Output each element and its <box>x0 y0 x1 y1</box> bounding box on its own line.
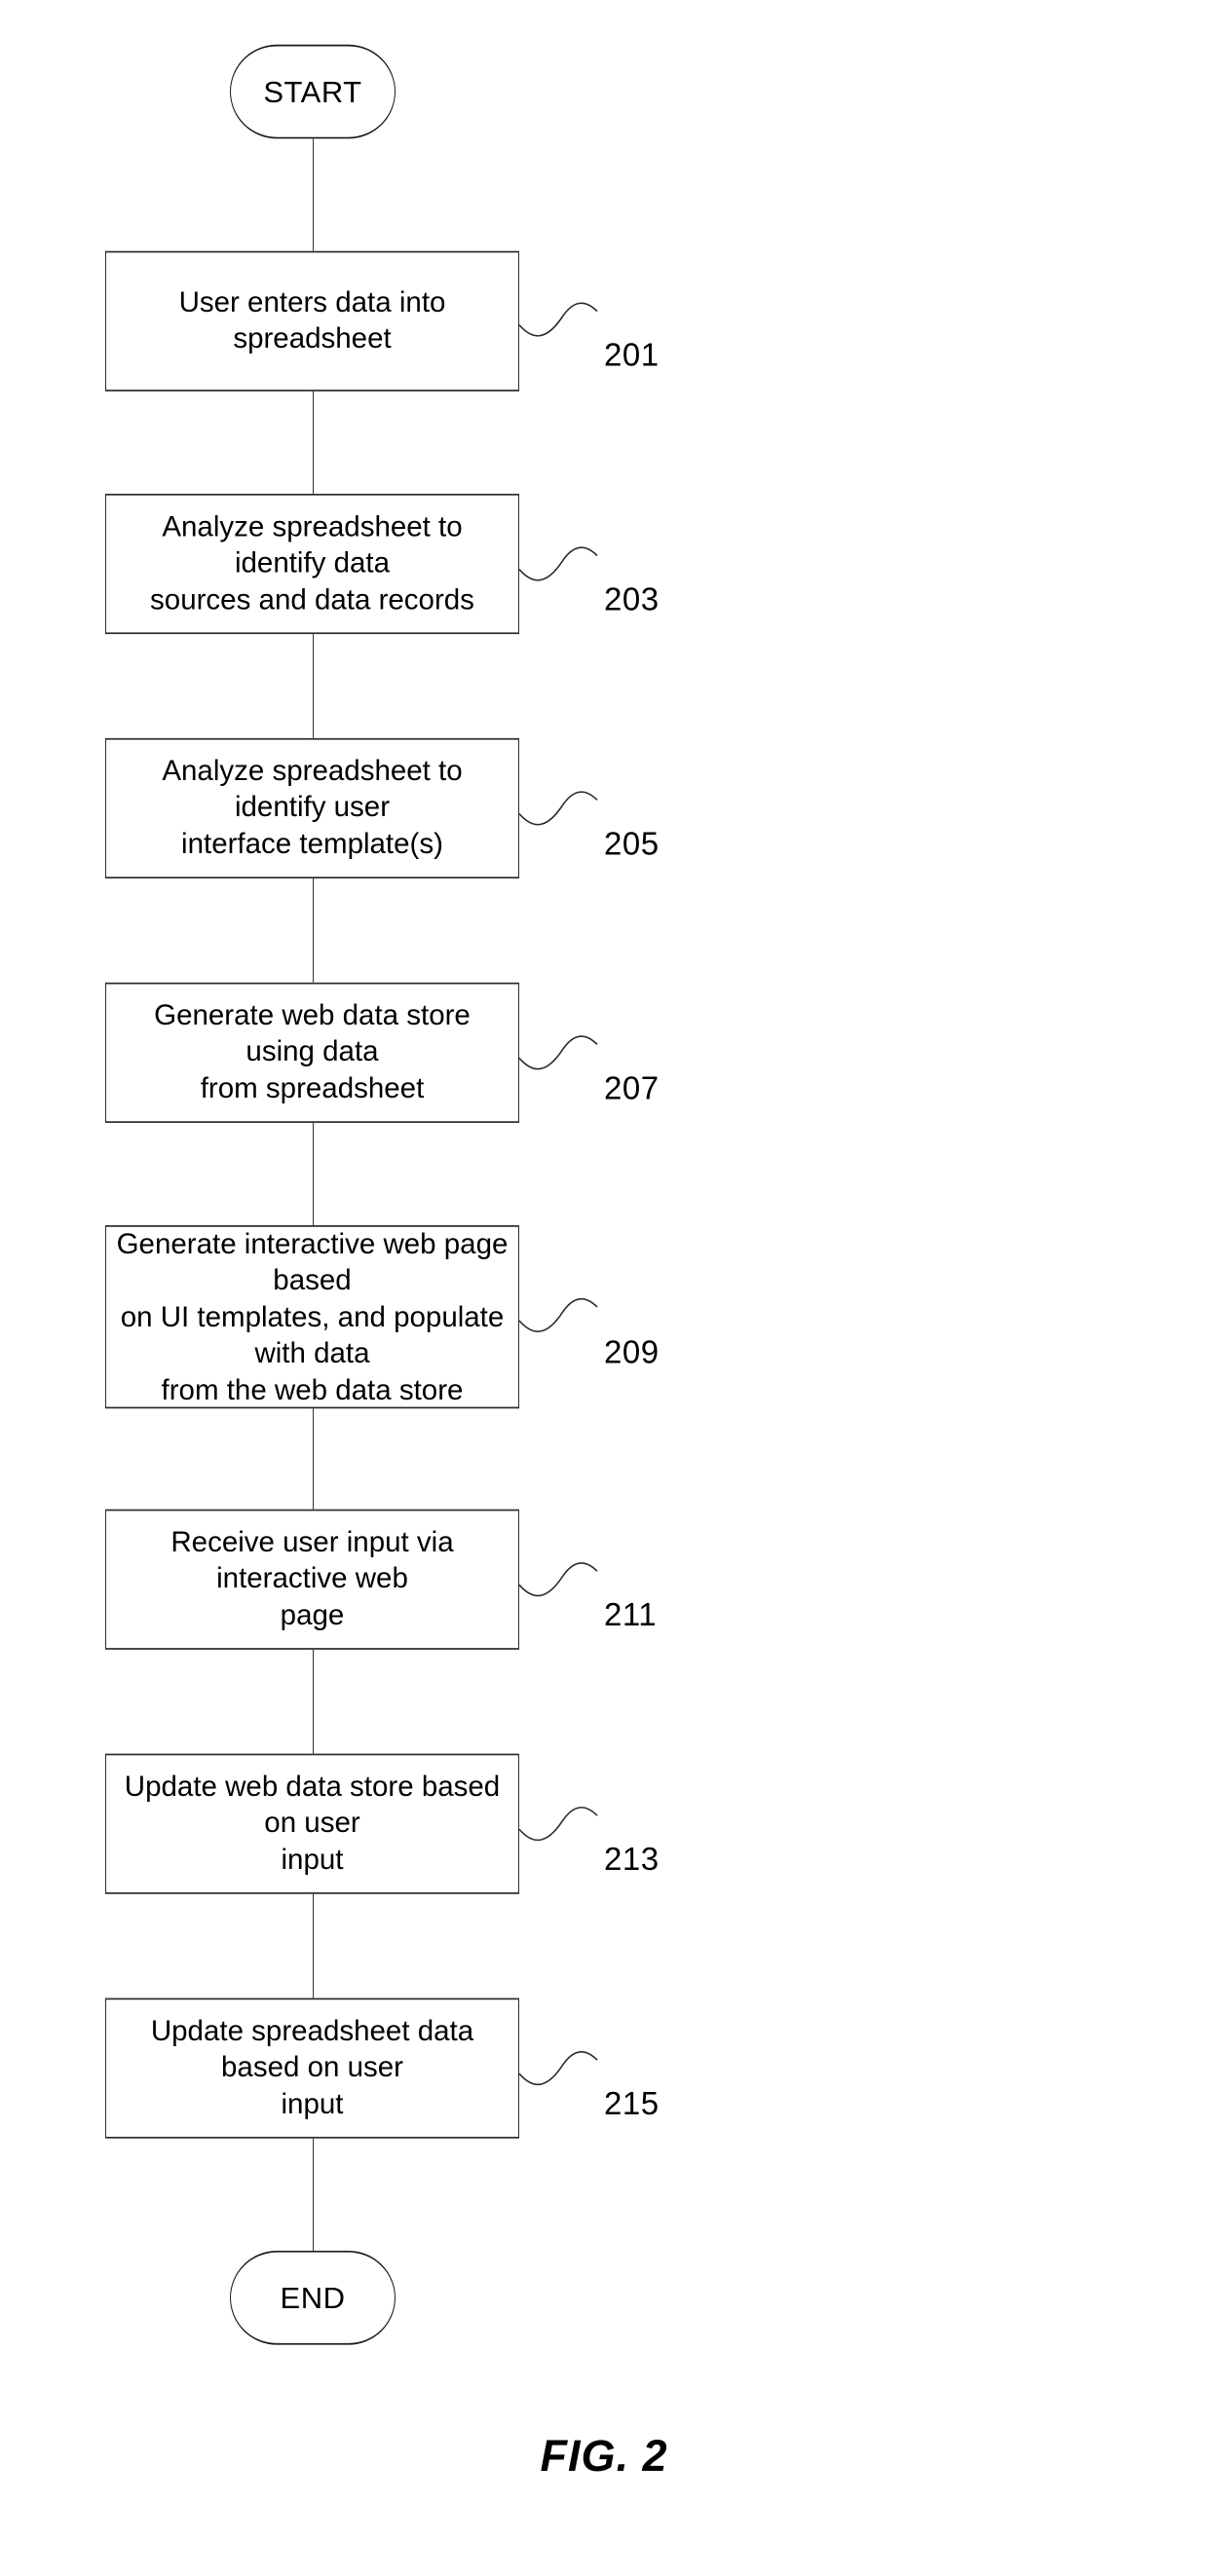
reference-numeral-215: 215 <box>604 2085 660 2122</box>
process-box-215-label: Update spreadsheet data based on user in… <box>150 2015 474 2121</box>
reference-numeral-203: 203 <box>604 580 660 617</box>
figure-caption: FIG. 2 <box>540 2430 668 2481</box>
process-box-203-label: Analyze spreadsheet to identify data sou… <box>150 510 474 616</box>
connector-207-to-209 <box>313 1122 314 1227</box>
flowchart-canvas: START User enters data into spreadsheet … <box>0 0 1208 2576</box>
reference-numeral-207: 207 <box>604 1069 660 1106</box>
connector-205-to-207 <box>313 878 314 983</box>
connector-213-to-215 <box>313 1893 314 1998</box>
process-box-203: Analyze spreadsheet to identify data sou… <box>105 493 519 635</box>
process-box-205: Analyze spreadsheet to identify user int… <box>105 737 519 879</box>
process-box-211-label: Receive user input via interactive web p… <box>170 1526 454 1632</box>
flowchart-start-terminal: START <box>230 44 396 139</box>
process-box-209-label: Generate interactive web page based on U… <box>116 1227 509 1406</box>
reference-numeral-209: 209 <box>604 1333 660 1370</box>
flowchart-end-terminal: END <box>230 2250 396 2345</box>
lead-line-201 <box>518 280 607 363</box>
reference-numeral-201: 201 <box>604 336 660 373</box>
connector-211-to-213 <box>313 1649 314 1754</box>
process-box-213: Update web data store based on user inpu… <box>105 1753 519 1894</box>
process-box-201: User enters data into spreadsheet <box>105 250 519 392</box>
connector-201-to-203 <box>313 391 314 496</box>
reference-numeral-211: 211 <box>604 1596 658 1633</box>
lead-line-205 <box>518 769 607 852</box>
process-box-209: Generate interactive web page based on U… <box>105 1225 519 1409</box>
lead-line-213 <box>518 1785 607 1868</box>
connector-start-to-201 <box>313 138 314 253</box>
lead-line-215 <box>518 2030 607 2112</box>
patent-figure: START User enters data into spreadsheet … <box>0 0 1208 2576</box>
process-box-207-label: Generate web data store using data from … <box>154 999 471 1105</box>
process-box-215: Update spreadsheet data based on user in… <box>105 1997 519 2139</box>
start-terminal-label: START <box>263 74 362 109</box>
connector-209-to-211 <box>313 1408 314 1510</box>
connector-203-to-205 <box>313 634 314 738</box>
reference-numeral-213: 213 <box>604 1841 660 1878</box>
connector-215-to-end <box>313 2138 314 2251</box>
process-box-213-label: Update web data store based on user inpu… <box>124 1771 501 1877</box>
process-box-211: Receive user input via interactive web p… <box>105 1509 519 1650</box>
end-terminal-label: END <box>280 2280 346 2315</box>
reference-numeral-205: 205 <box>604 825 660 862</box>
lead-line-209 <box>518 1277 607 1360</box>
lead-line-207 <box>518 1014 607 1097</box>
lead-line-211 <box>518 1541 607 1624</box>
process-box-205-label: Analyze spreadsheet to identify user int… <box>162 755 463 861</box>
process-box-201-label: User enters data into spreadsheet <box>178 286 446 355</box>
process-box-207: Generate web data store using data from … <box>105 982 519 1123</box>
lead-line-203 <box>518 525 607 608</box>
